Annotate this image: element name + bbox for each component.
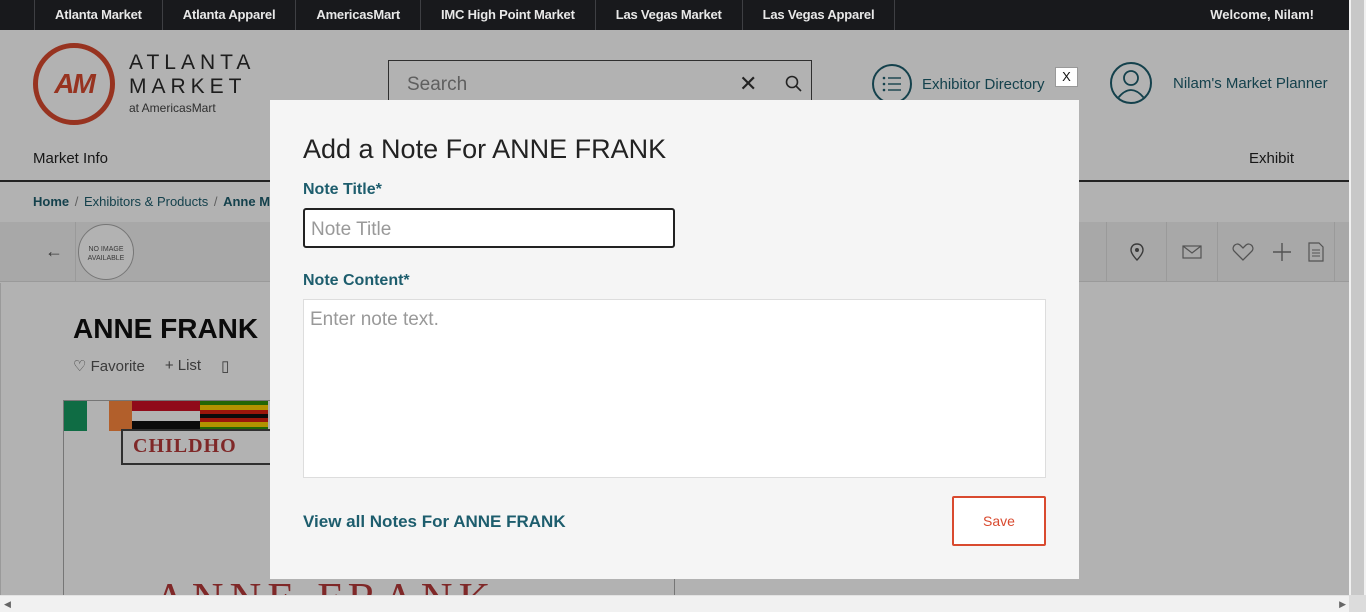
horizontal-scrollbar[interactable]: ◀ ▶ bbox=[0, 595, 1366, 612]
note-content-label: Note Content* bbox=[303, 272, 410, 289]
page: Atlanta Market Atlanta Apparel AmericasM… bbox=[0, 0, 1366, 612]
market-link-las-vegas-apparel[interactable]: Las Vegas Apparel bbox=[741, 0, 896, 30]
note-title-label: Note Title* bbox=[303, 181, 382, 198]
market-switcher-bar: Atlanta Market Atlanta Apparel AmericasM… bbox=[0, 0, 1349, 30]
scroll-right-arrow-icon[interactable]: ▶ bbox=[1339, 599, 1346, 610]
market-link-americasmart[interactable]: AmericasMart bbox=[295, 0, 420, 30]
market-link-atlanta-market[interactable]: Atlanta Market bbox=[34, 0, 162, 30]
scrollbar-corner bbox=[1349, 595, 1366, 612]
vertical-scrollbar-thumb[interactable] bbox=[1351, 0, 1364, 595]
note-content-textarea[interactable]: Enter note text. bbox=[303, 299, 1046, 478]
note-title-input[interactable]: Note Title bbox=[303, 208, 675, 248]
market-link-imc-high-point[interactable]: IMC High Point Market bbox=[419, 0, 595, 30]
add-note-modal: Add a Note For ANNE FRANK Note Title* No… bbox=[270, 100, 1079, 579]
market-links: Atlanta Market Atlanta Apparel AmericasM… bbox=[34, 0, 896, 30]
market-link-atlanta-apparel[interactable]: Atlanta Apparel bbox=[161, 0, 296, 30]
modal-title: Add a Note For ANNE FRANK bbox=[303, 134, 667, 164]
welcome-message[interactable]: Welcome, Nilam! bbox=[1210, 0, 1314, 29]
close-modal-button[interactable]: X bbox=[1055, 67, 1078, 87]
market-link-las-vegas-market[interactable]: Las Vegas Market bbox=[594, 0, 742, 30]
vertical-scrollbar[interactable] bbox=[1349, 0, 1366, 595]
view-all-notes-link[interactable]: View all Notes For ANNE FRANK bbox=[303, 512, 566, 532]
save-button[interactable]: Save bbox=[952, 496, 1046, 546]
scroll-left-arrow-icon[interactable]: ◀ bbox=[4, 599, 11, 610]
